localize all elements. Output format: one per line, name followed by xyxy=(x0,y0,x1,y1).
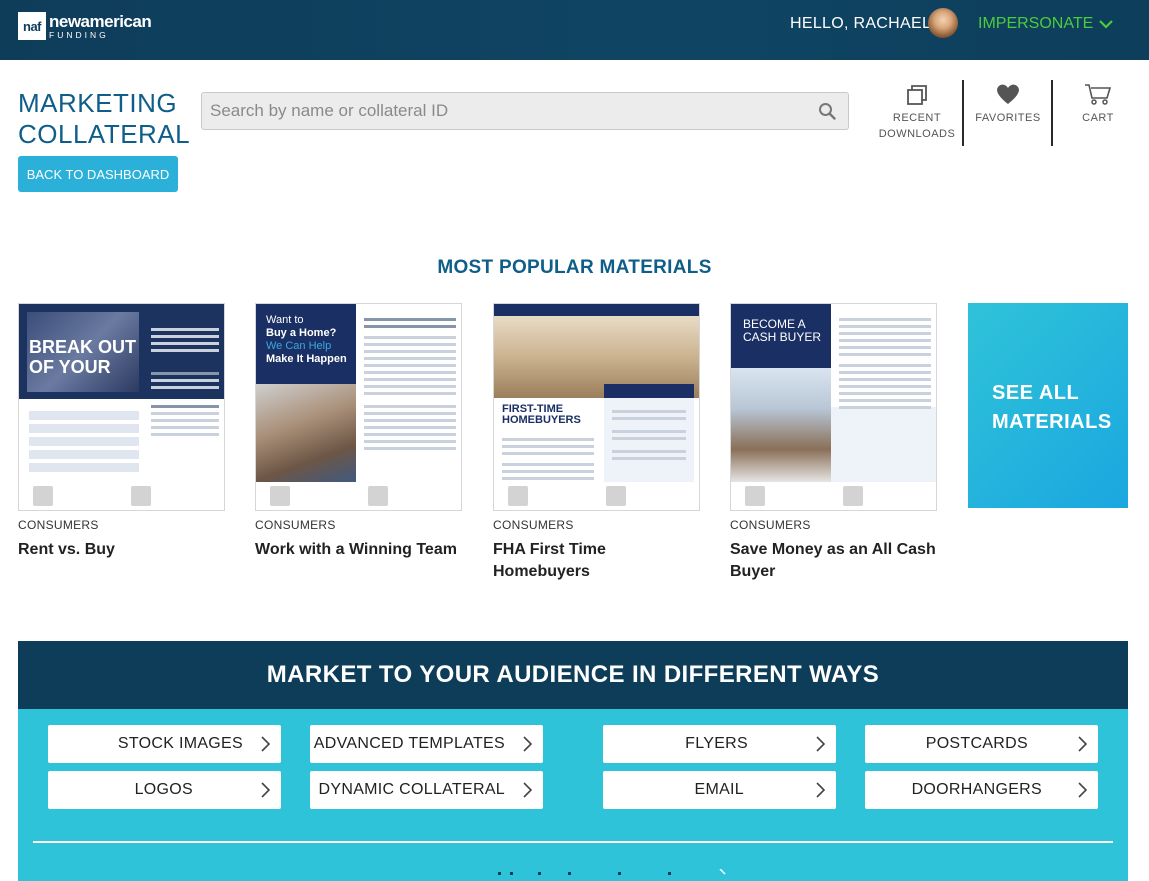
page-title: MARKETING COLLATERAL xyxy=(18,88,190,150)
cart-button[interactable]: CART xyxy=(1066,80,1130,146)
material-card-all-cash-buyer[interactable]: BECOME A CASH BUYER CONSUMERS Save Money… xyxy=(730,303,938,583)
dynamic-collateral-button[interactable]: DYNAMIC COLLATERAL xyxy=(310,771,543,809)
toolbar-divider xyxy=(1051,80,1053,146)
material-category: CONSUMERS xyxy=(730,518,811,532)
impersonate-dropdown[interactable]: IMPERSONATE xyxy=(978,15,1114,33)
material-card-fha-first-time[interactable]: FIRST-TIME HOMEBUYERS CONSUMERS FHA Firs… xyxy=(493,303,701,583)
material-category: CONSUMERS xyxy=(493,518,574,532)
advanced-templates-button[interactable]: ADVANCED TEMPLATES xyxy=(310,725,543,763)
recent-downloads-button[interactable]: RECENT DOWNLOADS xyxy=(876,80,958,146)
doorhangers-button[interactable]: DOORHANGERS xyxy=(865,771,1098,809)
chevron-right-icon xyxy=(1078,782,1088,798)
recent-label-line1: RECENT xyxy=(892,112,942,124)
search-input[interactable] xyxy=(202,93,802,129)
impersonate-label: IMPERSONATE xyxy=(978,15,1094,32)
cart-label: CART xyxy=(1082,112,1114,124)
page-title-line2: COLLATERAL xyxy=(18,119,191,149)
button-label: DOORHANGERS xyxy=(911,781,1042,798)
see-all-line2: MATERIALS xyxy=(992,411,1112,433)
chevron-right-icon xyxy=(261,782,271,798)
stock-images-button[interactable]: STOCK IMAGES xyxy=(48,725,281,763)
email-button[interactable]: EMAIL xyxy=(603,771,836,809)
material-thumbnail[interactable]: BREAK OUT OF YOUR xyxy=(18,303,225,511)
back-to-dashboard-button[interactable]: BACK TO DASHBOARD xyxy=(18,156,178,192)
heart-icon xyxy=(997,84,1019,104)
see-all-line1: SEE ALL xyxy=(992,382,1080,404)
material-title[interactable]: Work with a Winning Team xyxy=(255,539,463,561)
material-category: CONSUMERS xyxy=(255,518,336,532)
search-icon[interactable] xyxy=(818,102,836,120)
most-popular-heading: MOST POPULAR MATERIALS xyxy=(437,257,712,278)
thumbnail-photo xyxy=(731,368,831,484)
material-category: CONSUMERS xyxy=(18,518,99,532)
button-label: EMAIL xyxy=(694,781,744,798)
top-navigation-bar: naf newamerican FUNDING HELLO, RACHAEL I… xyxy=(0,0,1149,60)
button-label: FLYERS xyxy=(685,735,748,752)
see-all-materials-button[interactable]: SEE ALL MATERIALS xyxy=(968,303,1128,508)
material-thumbnail[interactable]: FIRST-TIME HOMEBUYERS xyxy=(493,303,700,511)
page-title-line1: MARKETING xyxy=(18,88,178,118)
material-thumbnail[interactable]: BECOME A CASH BUYER xyxy=(730,303,937,511)
thumbnail-headline: BREAK OUT OF YOUR xyxy=(29,337,136,377)
material-card-winning-team[interactable]: Want to Buy a Home? We Can Help Make It … xyxy=(255,303,463,561)
cut-off-link xyxy=(498,869,726,875)
material-title[interactable]: FHA First Time Homebuyers xyxy=(493,539,701,583)
chevron-down-icon xyxy=(1099,20,1114,29)
material-title[interactable]: Save Money as an All Cash Buyer xyxy=(730,539,938,583)
material-card-rent-vs-buy[interactable]: BREAK OUT OF YOUR CONSUMERS Rent vs. Buy xyxy=(18,303,226,561)
chevron-right-icon xyxy=(261,736,271,752)
market-audience-section: MARKET TO YOUR AUDIENCE IN DIFFERENT WAY… xyxy=(18,641,1128,881)
recent-label-line2: DOWNLOADS xyxy=(878,128,956,140)
chevron-right-icon xyxy=(816,736,826,752)
section-divider xyxy=(33,841,1113,843)
flyers-button[interactable]: FLYERS xyxy=(603,725,836,763)
chevron-right-icon xyxy=(523,782,533,798)
chevron-right-icon xyxy=(1078,736,1088,752)
chevron-right-icon xyxy=(523,736,533,752)
button-label: STOCK IMAGES xyxy=(117,735,243,752)
button-label: DYNAMIC COLLATERAL xyxy=(318,781,505,798)
user-greeting: HELLO, RACHAEL xyxy=(790,15,932,32)
material-thumbnail[interactable]: Want to Buy a Home? We Can Help Make It … xyxy=(255,303,462,511)
logo-subtitle: FUNDING xyxy=(49,29,109,40)
material-title[interactable]: Rent vs. Buy xyxy=(18,539,226,561)
chevron-right-icon xyxy=(816,782,826,798)
cart-icon xyxy=(1085,84,1112,105)
market-section-heading: MARKET TO YOUR AUDIENCE IN DIFFERENT WAY… xyxy=(18,641,1128,709)
thumbnail-photo xyxy=(256,384,356,486)
button-label: ADVANCED TEMPLATES xyxy=(313,735,505,752)
search-bar xyxy=(201,92,849,130)
postcards-button[interactable]: POSTCARDS xyxy=(865,725,1098,763)
logo-wordmark: newamerican xyxy=(49,11,152,31)
toolbar-divider xyxy=(962,80,964,146)
button-label: POSTCARDS xyxy=(925,735,1028,752)
button-label: LOGOS xyxy=(134,781,193,798)
favorites-label: FAVORITES xyxy=(975,112,1041,124)
logo-mark: naf xyxy=(18,12,46,40)
user-avatar[interactable] xyxy=(928,8,958,38)
company-logo[interactable]: naf newamerican FUNDING xyxy=(18,11,152,40)
logos-button[interactable]: LOGOS xyxy=(48,771,281,809)
recent-downloads-icon xyxy=(907,85,927,105)
favorites-button[interactable]: FAVORITES xyxy=(972,80,1044,146)
